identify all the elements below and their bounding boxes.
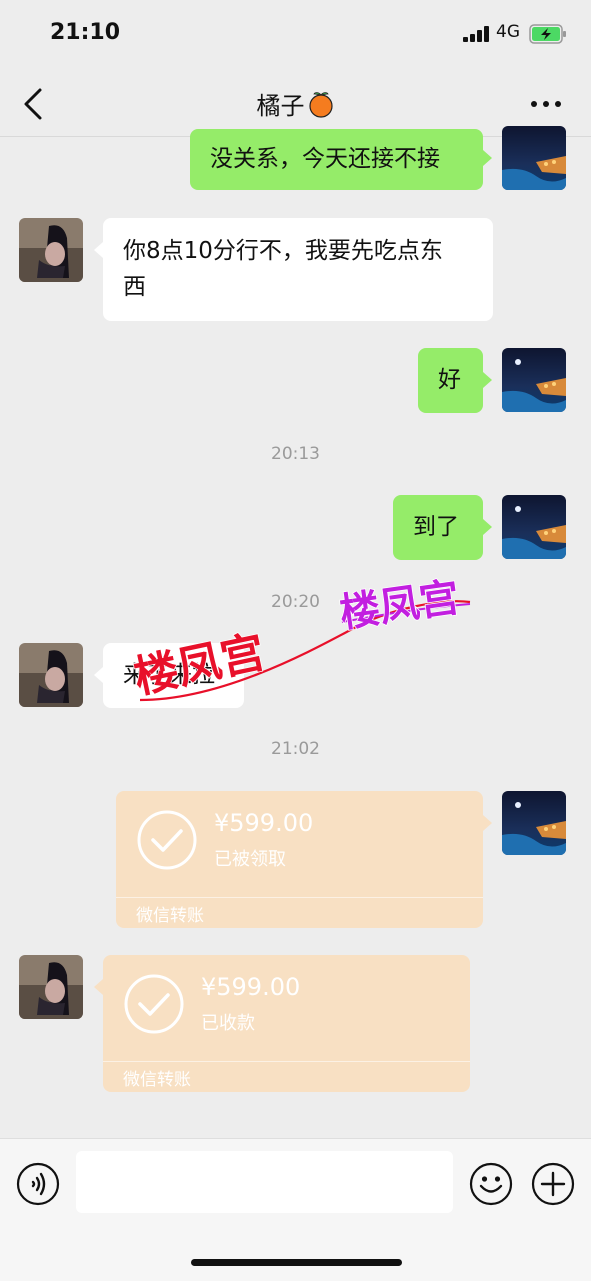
transfer-label: 微信转账 — [136, 906, 204, 926]
bubble-tail — [483, 519, 492, 535]
received-message-bubble[interactable]: 你8点10分行不，我要先吃点东 西 — [103, 218, 493, 321]
bubble-tail — [94, 667, 103, 683]
message-text: 来了来拉 — [123, 662, 215, 688]
my-avatar[interactable] — [502, 791, 566, 855]
message-text-line: 西 — [123, 274, 146, 300]
bubble-tail — [483, 372, 492, 388]
emoji-icon[interactable] — [469, 1162, 513, 1206]
checkmark-circle-icon — [137, 810, 197, 870]
my-avatar[interactable] — [502, 495, 566, 559]
transfer-status: 已被领取 — [214, 849, 286, 870]
transfer-label: 微信转账 — [123, 1070, 191, 1090]
bubble-tail — [483, 150, 492, 166]
bubble-tail — [94, 242, 103, 258]
signal-strength-icon — [463, 26, 489, 42]
transfer-status: 已收款 — [201, 1013, 255, 1034]
transfer-amount: ¥599.00 — [214, 809, 314, 837]
add-more-icon[interactable] — [531, 1162, 575, 1206]
received-message-bubble[interactable]: 来了来拉 — [103, 643, 244, 708]
bubble-tail — [483, 815, 492, 831]
contact-avatar[interactable] — [19, 955, 83, 1019]
message-text-line: 你8点10分行不，我要先吃点东 — [123, 238, 443, 264]
transfer-amount: ¥599.00 — [201, 973, 301, 1001]
checkmark-circle-icon — [124, 974, 184, 1034]
sent-message-bubble[interactable]: 到了 — [393, 495, 483, 560]
timestamp: 21:02 — [271, 739, 320, 759]
transfer-divider — [116, 897, 483, 898]
status-time: 21:10 — [50, 20, 121, 45]
orange-emoji-icon — [308, 91, 333, 118]
contact-avatar[interactable] — [19, 218, 83, 282]
contact-name: 橘子 — [256, 92, 305, 120]
my-avatar[interactable] — [502, 126, 566, 190]
timestamp: 20:20 — [271, 592, 320, 612]
message-text: 好 — [438, 367, 461, 393]
chat-title: 橘子 — [0, 86, 591, 121]
voice-input-icon[interactable] — [16, 1162, 60, 1206]
message-text: 没关系，今天还接不接 — [210, 146, 440, 172]
timestamp: 20:13 — [271, 444, 320, 464]
wechat-transfer-card-sent[interactable]: ¥599.00 已被领取 微信转账 — [116, 791, 483, 928]
battery-charging-icon — [529, 24, 566, 44]
bubble-tail — [94, 979, 103, 995]
message-text: 到了 — [413, 514, 459, 540]
home-indicator[interactable] — [191, 1259, 402, 1266]
sent-message-bubble[interactable]: 没关系，今天还接不接 — [190, 129, 483, 190]
transfer-divider — [103, 1061, 470, 1062]
more-options-icon[interactable] — [524, 86, 568, 122]
contact-avatar[interactable] — [19, 643, 83, 707]
my-avatar[interactable] — [502, 348, 566, 412]
message-input[interactable] — [76, 1151, 453, 1213]
sent-message-bubble[interactable]: 好 — [418, 348, 483, 413]
network-type: 4G — [496, 22, 520, 42]
wechat-transfer-card-received[interactable]: ¥599.00 已收款 微信转账 — [103, 955, 470, 1092]
